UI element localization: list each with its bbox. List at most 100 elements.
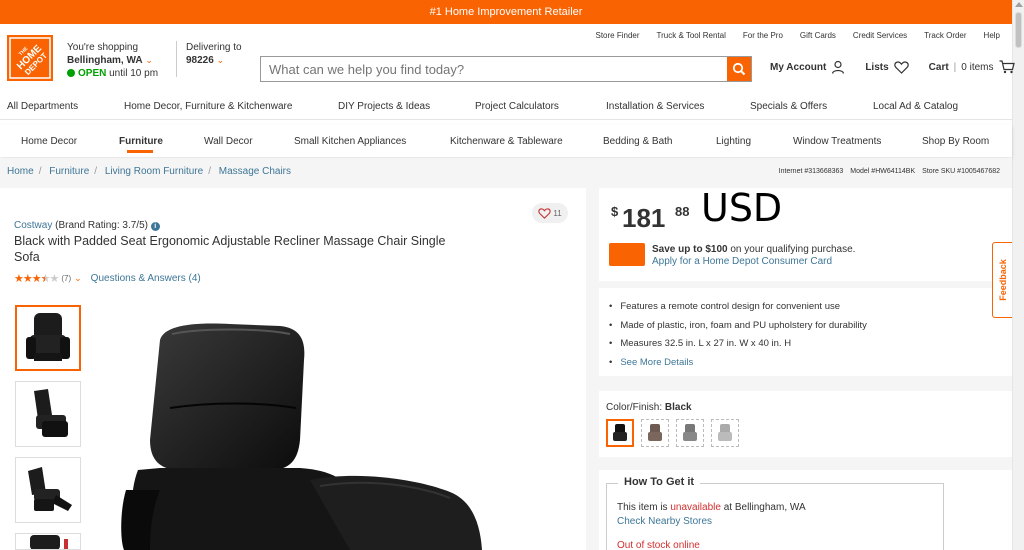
feature-item: Made of plastic, iron, foam and PU uphol… [609,317,867,336]
nav-all-departments[interactable]: All Departments [7,101,78,112]
check-nearby-stores-link[interactable]: Check Nearby Stores [617,515,806,529]
active-tab-indicator [127,150,153,153]
rating-stars[interactable]: ★★★★★★ [14,272,59,285]
subnav-furniture[interactable]: Furniture [119,136,163,147]
brand-row: Costway (Brand Rating: 3.7/5) i [14,220,160,231]
lists-label: Lists [865,61,889,73]
product-thumbnail[interactable] [15,305,81,371]
price-dollar-sign: $ [611,204,619,219]
chair-swatch-image [718,424,732,441]
availability-text: This item is unavailable at Bellingham, … [617,501,806,529]
feedback-label: Feedback [997,259,1008,301]
product-thumbnail[interactable] [15,457,81,523]
questions-answers-link[interactable]: Questions & Answers (4) [91,273,201,284]
chair-swatch-image [683,424,697,441]
chair-thumbnail-image [34,389,68,437]
subnav-kitchenware[interactable]: Kitchenware & Tableware [450,136,563,147]
color-label-text: Color/Finish: [606,402,663,413]
store-hours: until 10 pm [109,68,159,79]
color-swatch-light-gray[interactable] [711,419,739,447]
product-thumbnail[interactable] [15,533,81,550]
subnav-home-decor[interactable]: Home Decor [21,136,77,147]
product-main-image[interactable] [120,320,500,550]
promo-bar: #1 Home Improvement Retailer [0,0,1012,24]
credit-card-icon [609,243,645,266]
product-thumbnail[interactable] [15,381,81,447]
see-more-details-link[interactable]: See More Details [609,354,867,373]
my-account-link[interactable]: My Account [770,60,845,74]
cart-label: Cart [928,61,949,73]
color-value: Black [664,402,692,413]
util-link-credit-services[interactable]: Credit Services [853,31,907,40]
product-ids: Internet #313668363 Model #HW64114BK Sto… [779,168,1000,175]
chevron-down-icon: ⌄ [145,55,153,65]
util-link-for-the-pro[interactable]: For the Pro [743,31,783,40]
chair-swatch-image [648,424,662,441]
nav-diy-projects[interactable]: DIY Projects & Ideas [338,101,430,112]
breadcrumb-living-room[interactable]: Living Room Furniture [105,166,203,177]
subnav-lighting[interactable]: Lighting [716,136,751,147]
breadcrumb-home[interactable]: Home [7,166,34,177]
utility-links: Store Finder Truck & Tool Rental For the… [595,31,1000,40]
nav-installation-services[interactable]: Installation & Services [606,101,704,112]
cart-link[interactable]: Cart | 0 items [929,60,1015,74]
open-status-icon [67,69,75,77]
store-selector[interactable]: You're shopping Bellingham, WA ⌄ OPEN un… [67,41,158,80]
scroll-up-arrow-icon[interactable] [1015,2,1023,7]
nav-project-calculators[interactable]: Project Calculators [475,101,559,112]
product-title: Black with Padded Seat Ergonomic Adjusta… [14,234,446,264]
search-input[interactable] [261,57,727,81]
out-of-stock-online: Out of stock online [617,540,700,550]
price-cents: 88 [675,204,690,219]
primary-nav: All Departments Home Decor, Furniture & … [0,94,1012,120]
store-label: You're shopping [67,42,139,53]
favorite-button[interactable]: 11 [532,203,568,223]
subnav-window-treatments[interactable]: Window Treatments [793,136,881,147]
color-swatch-black[interactable] [606,419,634,447]
user-icon [832,60,845,74]
cart-count: 0 items [961,61,994,73]
chevron-down-icon[interactable]: ⌄ [74,273,82,284]
feature-item: Features a remote control design for con… [609,298,867,317]
home-depot-logo[interactable]: THE HOME DEPOT [7,35,53,81]
feature-item: Measures 32.5 in. L x 27 in. W x 40 in. … [609,335,867,354]
nav-specials-offers[interactable]: Specials & Offers [750,101,827,112]
availability-suffix: at Bellingham, WA [720,502,806,513]
util-link-help[interactable]: Help [984,31,1000,40]
scrollbar-thumb[interactable] [1015,12,1022,48]
breadcrumb-furniture[interactable]: Furniture [49,166,89,177]
credit-offer-bold: Save up to $100 [652,244,728,255]
chair-thumbnail-image [28,467,72,511]
account-links: My Account Lists Cart | 0 items [770,60,1015,74]
util-link-truck-rental[interactable]: Truck & Tool Rental [657,31,726,40]
page-scrollbar[interactable] [1012,0,1024,550]
util-link-store-finder[interactable]: Store Finder [595,31,639,40]
breadcrumb: Home / Furniture / Living Room Furniture / … [7,166,292,177]
review-count[interactable]: (7) [61,274,71,283]
search-icon [732,62,746,76]
info-icon[interactable]: i [150,222,160,231]
nav-local-ad-catalog[interactable]: Local Ad & Catalog [873,101,958,112]
my-account-label: My Account [770,61,827,73]
delivery-zip-selector[interactable]: Delivering to 98226 ⌄ [176,41,242,77]
apply-card-link[interactable]: Apply for a Home Depot Consumer Card [652,256,855,268]
cart-icon [999,60,1015,74]
feedback-tab[interactable]: Feedback [992,242,1012,318]
subnav-bedding-bath[interactable]: Bedding & Bath [603,136,673,147]
breadcrumb-massage-chairs[interactable]: Massage Chairs [219,166,291,177]
brand-link[interactable]: Costway [14,220,52,231]
nav-home-decor-furniture[interactable]: Home Decor, Furniture & Kitchenware [124,101,292,112]
color-label: Color/Finish: Black [606,402,692,413]
util-link-track-order[interactable]: Track Order [924,31,966,40]
util-link-gift-cards[interactable]: Gift Cards [800,31,836,40]
search-button[interactable] [727,57,751,81]
breadcrumb-bar: Home / Furniture / Living Room Furniture / … [0,158,1012,188]
heart-icon [893,60,909,74]
secondary-nav: Home Decor Furniture Wall Decor Small Ki… [0,125,1012,157]
subnav-shop-by-room[interactable]: Shop By Room [922,136,989,147]
color-swatch-gray[interactable] [676,419,704,447]
lists-link[interactable]: Lists [865,60,909,74]
subnav-small-kitchen-appliances[interactable]: Small Kitchen Appliances [294,136,406,147]
color-swatch-brown[interactable] [641,419,669,447]
subnav-wall-decor[interactable]: Wall Decor [204,136,253,147]
